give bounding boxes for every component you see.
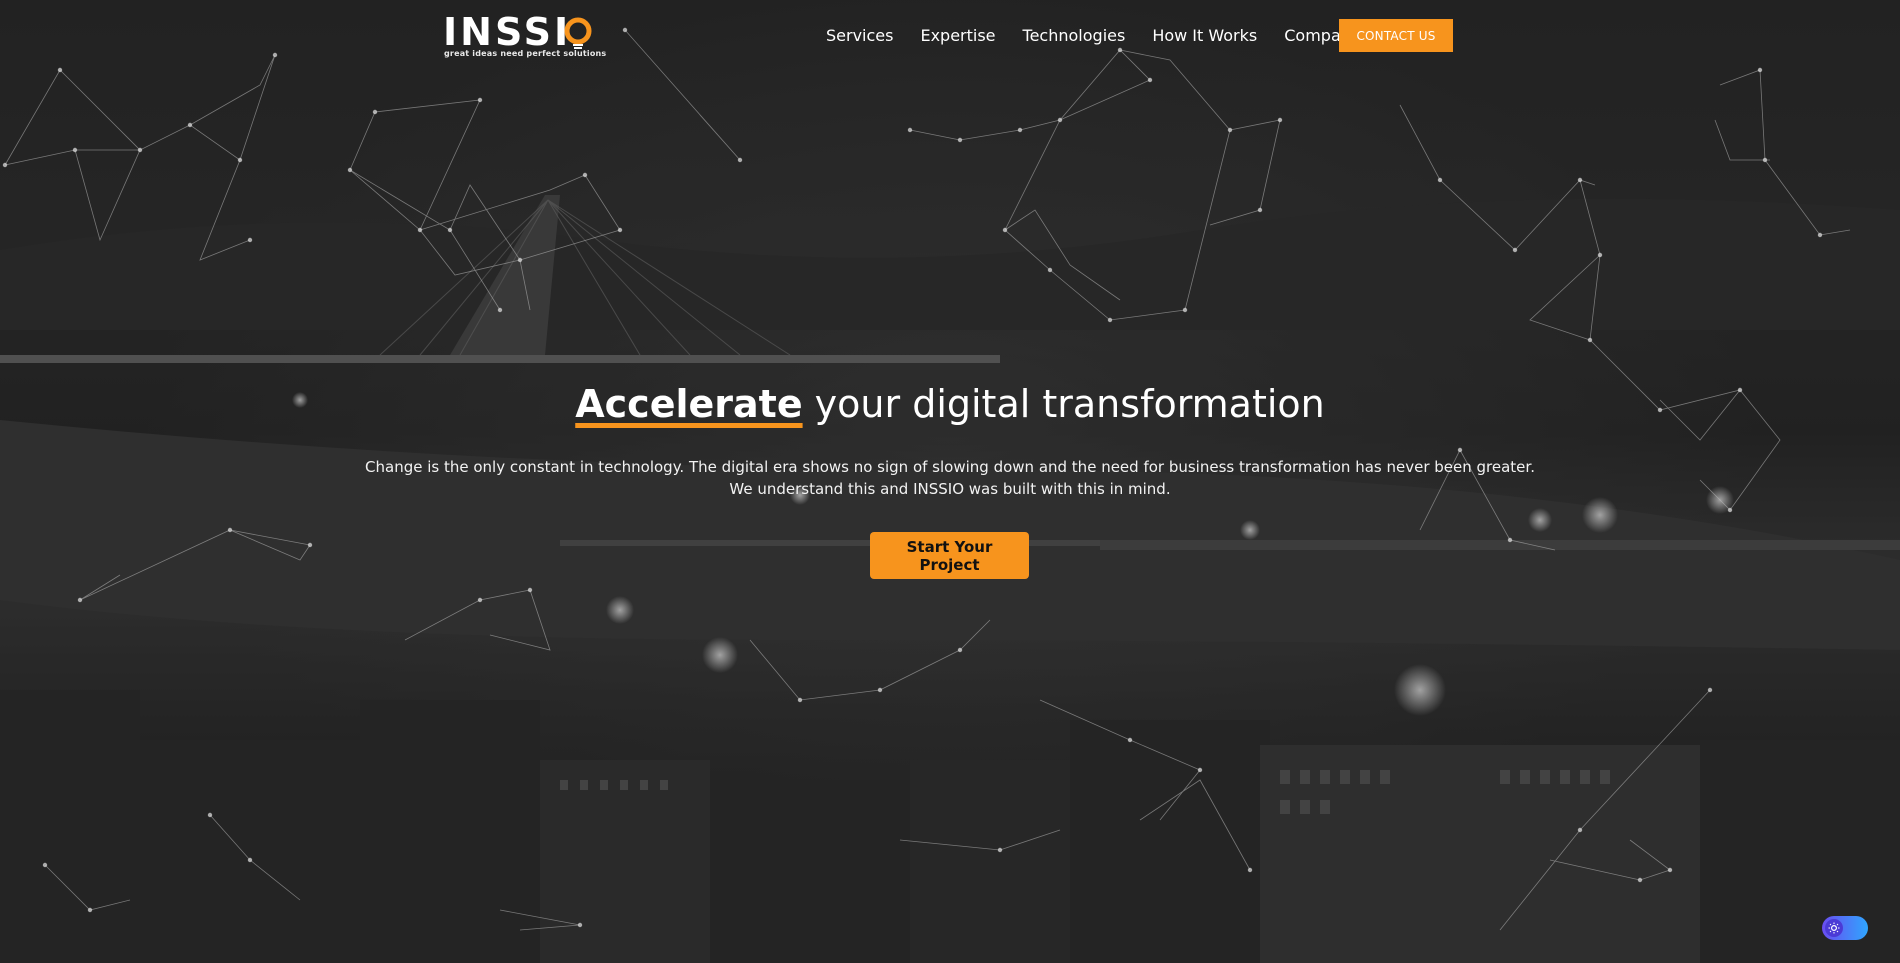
hero-headline: Accelerate your digital transformation — [0, 380, 1900, 428]
site-header: INSSI great ideas need perfect solutions… — [0, 0, 1900, 72]
inssio-logo[interactable]: INSSI great ideas need perfect solutions — [443, 10, 606, 62]
start-project-button[interactable]: Start Your Project — [870, 532, 1029, 579]
logo-tagline: great ideas need perfect solutions — [444, 49, 607, 58]
sun-icon — [1825, 919, 1843, 937]
contact-us-button[interactable]: CONTACT US — [1339, 19, 1453, 52]
nav-item-how-it-works[interactable]: How It Works — [1152, 26, 1257, 45]
nav-item-services[interactable]: Services — [826, 26, 893, 45]
headline-accent-word: Accelerate — [575, 382, 803, 426]
hero-subtext: Change is the only constant in technolog… — [0, 456, 1900, 500]
lightbulb-logo-icon — [564, 17, 592, 49]
logo-wordmark: INSSI — [443, 10, 572, 54]
nav-item-technologies[interactable]: Technologies — [1023, 26, 1126, 45]
hero-subtext-line-1: Change is the only constant in technolog… — [365, 458, 1535, 476]
headline-rest: your digital transformation — [802, 382, 1325, 426]
theme-toggle[interactable] — [1822, 916, 1868, 940]
main-nav: Services Expertise Technologies How It W… — [826, 26, 1387, 45]
hero-subtext-line-2: We understand this and INSSIO was built … — [729, 480, 1171, 498]
nav-item-expertise[interactable]: Expertise — [920, 26, 995, 45]
hero-section: INSSI great ideas need perfect solutions… — [0, 0, 1900, 963]
